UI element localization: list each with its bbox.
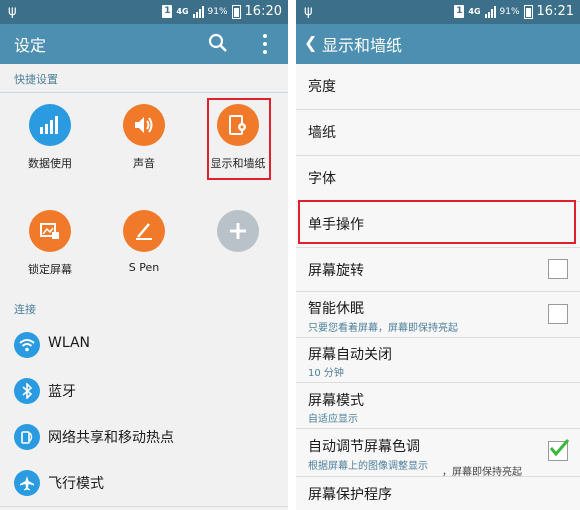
row-screen-mode[interactable]: 屏幕模式 自适应显示 xyxy=(296,383,580,429)
back-chevron-icon[interactable]: ❮ xyxy=(304,33,317,52)
battery-percent: 91% xyxy=(499,6,520,17)
pen-icon xyxy=(123,210,165,252)
data-usage-icon xyxy=(29,104,71,146)
sim-icon: 1 xyxy=(162,5,173,18)
row-brightness[interactable]: 亮度 xyxy=(296,64,580,110)
status-bar: ψ 1 4G 91% 16:20 xyxy=(0,0,288,24)
row-wallpaper[interactable]: 墙纸 xyxy=(296,110,580,156)
action-bar: ❮ 显示和墙纸 xyxy=(296,24,580,64)
quick-label: 声音 xyxy=(133,157,155,170)
display-wallpaper-screen: ψ 1 4G 91% 16:21 ❮ 显示和墙纸 亮度 墙纸 字体 单手操作 屏… xyxy=(296,0,580,510)
speaker-icon xyxy=(123,104,165,146)
bluetooth-icon xyxy=(14,378,40,404)
smart-stay-checkbox[interactable] xyxy=(548,304,568,324)
usb-icon: ψ xyxy=(8,4,17,19)
conn-label: WLAN xyxy=(48,335,91,351)
action-bar: 设定 xyxy=(0,24,288,64)
row-screen-rotation[interactable]: 屏幕旋转 xyxy=(296,248,580,292)
quick-add[interactable] xyxy=(190,210,286,252)
network-type: 4G xyxy=(176,6,189,16)
page-title: 设定 xyxy=(14,36,47,55)
conn-wlan[interactable]: WLAN xyxy=(0,322,288,369)
quick-settings-header: 快捷设置 xyxy=(0,68,288,93)
quick-label: 数据使用 xyxy=(28,157,72,170)
quick-sound[interactable]: 声音 xyxy=(96,104,192,171)
plus-icon xyxy=(217,210,259,252)
row-subtitle: 自适应显示 xyxy=(308,414,358,425)
row-subtitle: 10 分钟 xyxy=(308,368,344,379)
highlight-box xyxy=(298,200,576,244)
row-label: 墙纸 xyxy=(308,125,336,141)
search-icon[interactable] xyxy=(208,33,228,53)
settings-screen: ψ 1 4G 91% 16:20 设定 快捷设置 数据使用 声音 显示和墙纸 锁… xyxy=(0,0,288,510)
status-bar: ψ 1 4G 91% 16:21 xyxy=(296,0,580,24)
row-label: 屏幕保护程序 xyxy=(308,487,392,503)
row-label: 亮度 xyxy=(308,79,336,95)
clock: 16:20 xyxy=(244,4,282,19)
row-label: 字体 xyxy=(308,171,336,187)
quick-label: 锁定屏幕 xyxy=(28,263,72,276)
row-subtitle: 只要您看着屏幕，屏幕即保持亮起 xyxy=(308,323,458,334)
conn-hotspot[interactable]: 网络共享和移动热点 xyxy=(0,414,288,461)
hotspot-icon xyxy=(14,424,40,450)
battery-icon xyxy=(231,4,241,19)
quick-label: S Pen xyxy=(128,261,160,274)
wifi-icon xyxy=(14,332,40,358)
row-label: 屏幕模式 xyxy=(308,393,364,409)
battery-icon xyxy=(523,4,533,19)
row-label: 智能休眠 xyxy=(308,301,364,317)
signal-icon xyxy=(484,5,496,18)
quick-s-pen[interactable]: S Pen xyxy=(96,210,192,274)
connections-header: 连接 xyxy=(0,298,288,323)
conn-label: 网络共享和移动热点 xyxy=(48,430,174,446)
lock-screen-icon xyxy=(29,210,71,252)
network-type: 4G xyxy=(468,6,481,16)
divider xyxy=(288,0,296,510)
conn-airplane-mode[interactable]: 飞行模式 xyxy=(0,460,288,507)
conn-bluetooth[interactable]: 蓝牙 xyxy=(0,368,288,415)
conn-label: 蓝牙 xyxy=(48,384,76,400)
overlay-text: ，屏幕即保持亮起 xyxy=(442,467,522,478)
row-label: 屏幕旋转 xyxy=(308,263,364,279)
usb-icon: ψ xyxy=(304,4,313,19)
row-subtitle: 根据屏幕上的图像调整显示 xyxy=(308,461,428,472)
rotation-checkbox[interactable] xyxy=(548,259,568,279)
signal-icon xyxy=(192,5,204,18)
row-screen-timeout[interactable]: 屏幕自动关闭 10 分钟 xyxy=(296,338,580,383)
conn-label: 飞行模式 xyxy=(48,476,104,492)
sim-icon: 1 xyxy=(454,5,465,18)
airplane-icon xyxy=(14,470,40,496)
more-menu-icon[interactable] xyxy=(262,32,268,54)
row-screensaver[interactable]: 屏幕保护程序 xyxy=(296,477,580,510)
page-title: 显示和墙纸 xyxy=(322,36,403,55)
battery-percent: 91% xyxy=(207,6,228,17)
auto-tone-checkbox[interactable] xyxy=(548,439,570,461)
highlight-box xyxy=(207,98,271,180)
quick-lock-screen[interactable]: 锁定屏幕 xyxy=(2,210,98,277)
row-smart-stay[interactable]: 智能休眠 只要您看着屏幕，屏幕即保持亮起 xyxy=(296,292,580,338)
clock: 16:21 xyxy=(536,4,574,19)
row-font[interactable]: 字体 xyxy=(296,156,580,202)
checkmark-icon xyxy=(549,439,570,457)
row-label: 自动调节屏幕色调 xyxy=(308,439,420,455)
quick-data-usage[interactable]: 数据使用 xyxy=(2,104,98,171)
row-auto-adjust-tone[interactable]: 自动调节屏幕色调 根据屏幕上的图像调整显示 ，屏幕即保持亮起 xyxy=(296,429,580,478)
row-label: 屏幕自动关闭 xyxy=(308,347,392,363)
